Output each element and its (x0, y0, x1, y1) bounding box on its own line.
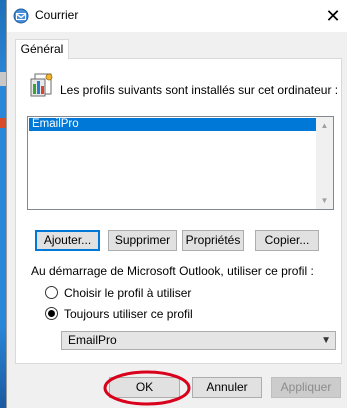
remove-profile-button[interactable]: Supprimer (108, 230, 177, 251)
mail-app-icon (13, 8, 29, 24)
tab-general[interactable]: Général (15, 39, 69, 59)
listbox-scrollbar[interactable]: ▲ ▼ (316, 117, 333, 209)
profile-properties-button[interactable]: Propriétés (182, 230, 244, 251)
dialog-window: Courrier ✕ Général Les profils suivants … (6, 0, 347, 408)
close-icon[interactable]: ✕ (323, 6, 343, 26)
ok-button[interactable]: OK (109, 377, 180, 398)
add-profile-button[interactable]: Ajouter... (35, 230, 100, 251)
general-tab-panel: Les profils suivants sont installés sur … (15, 58, 342, 364)
cancel-button[interactable]: Annuler (192, 377, 262, 398)
profile-select-value: EmailPro (68, 333, 117, 347)
startup-profile-label: Au démarrage de Microsoft Outlook, utili… (31, 264, 314, 278)
radio-button-selected[interactable] (45, 307, 58, 320)
apply-button[interactable]: Appliquer (271, 377, 341, 398)
courrier-dialog-screen: Courrier ✕ Général Les profils suivants … (0, 0, 347, 408)
title-bar: Courrier ✕ (7, 0, 347, 32)
window-title: Courrier (35, 8, 79, 22)
radio-dot (48, 310, 55, 317)
profiles-intro-text: Les profils suivants sont installés sur … (60, 83, 339, 97)
radio-always-label: Toujours utiliser ce profil (64, 307, 193, 321)
radio-prompt-label: Choisir le profil à utiliser (64, 286, 192, 300)
scroll-down-arrow-icon[interactable]: ▼ (316, 192, 333, 209)
chevron-down-icon[interactable]: ▼ (321, 332, 331, 349)
copy-profile-button[interactable]: Copier... (255, 230, 319, 251)
scroll-up-arrow-icon[interactable]: ▲ (316, 117, 333, 134)
profile-select[interactable]: EmailPro ▼ (61, 331, 336, 350)
profiles-listbox[interactable]: EmailPro ▲ ▼ (27, 116, 334, 210)
radio-button[interactable] (45, 286, 58, 299)
profiles-icon (29, 70, 55, 98)
list-item[interactable]: EmailPro (29, 118, 316, 131)
